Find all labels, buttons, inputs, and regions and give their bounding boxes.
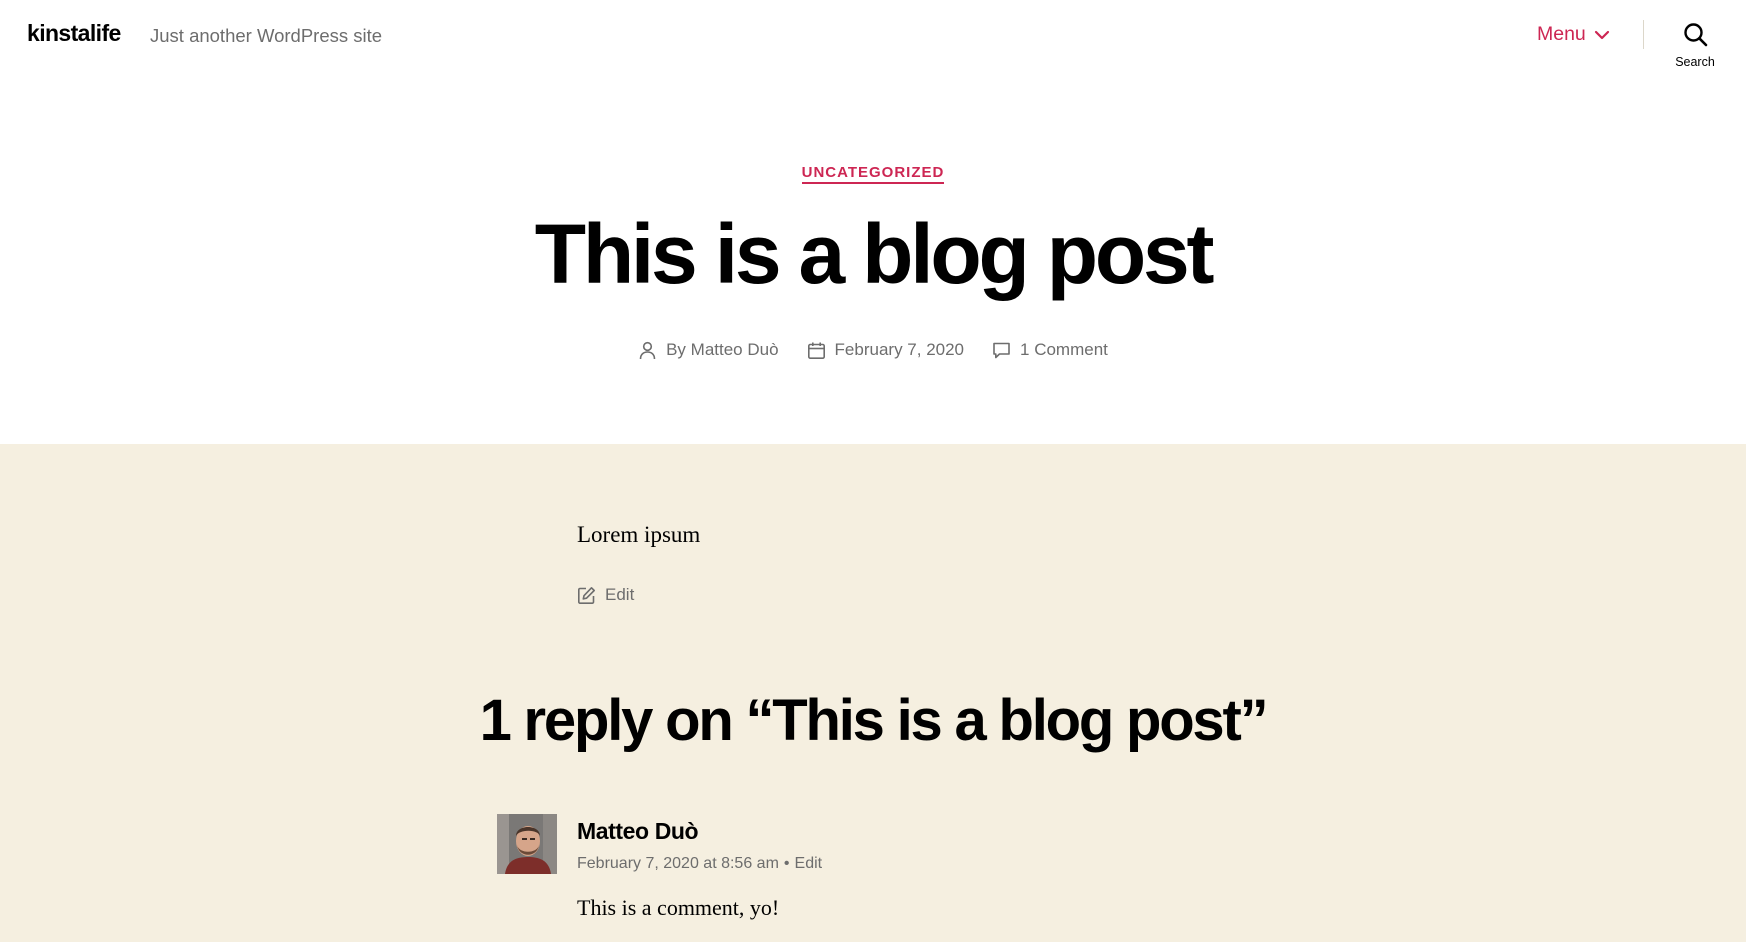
post-author: By Matteo Duò <box>638 340 779 360</box>
comment-text: This is a comment, yo! <box>577 895 780 920</box>
comment-icon <box>992 341 1011 360</box>
content-area: Lorem ipsum Edit 1 reply on “This is a b… <box>0 444 1746 942</box>
site-header: kinstalife Just another WordPress site M… <box>0 0 1746 72</box>
edit-post-button[interactable]: Edit <box>577 585 634 605</box>
comment-meta-separator: • <box>783 855 790 872</box>
edit-label: Edit <box>605 585 635 604</box>
category-link[interactable]: UNCATEGORIZED <box>801 164 945 184</box>
post-body: Lorem ipsum <box>577 522 701 547</box>
chevron-down-icon <box>1594 30 1610 40</box>
post-date: February 7, 2020 <box>807 340 964 360</box>
search-button[interactable]: Search <box>1660 22 1730 72</box>
comment-author[interactable]: Matteo Duò <box>577 818 699 845</box>
header-divider <box>1643 20 1644 49</box>
calendar-icon <box>807 341 826 360</box>
post-title: This is a blog post <box>534 207 1215 301</box>
avatar <box>497 814 557 874</box>
post-meta: By Matteo Duò February 7, 2020 1 Comment <box>0 340 1746 360</box>
entry-header: UNCATEGORIZED This is a blog post By Mat… <box>0 72 1746 444</box>
post-author-link[interactable]: By Matteo Duò <box>666 340 778 360</box>
comment-edit-link[interactable]: Edit <box>795 855 823 873</box>
comment-date-link[interactable]: February 7, 2020 at 8:56 am <box>577 855 779 873</box>
edit-icon <box>577 586 596 605</box>
entry-categories: UNCATEGORIZED <box>0 164 1746 184</box>
comments-title: 1 reply on “This is a blog post” <box>479 688 1269 753</box>
menu-button[interactable]: Menu <box>1537 23 1610 46</box>
post-comments: 1 Comment <box>992 340 1108 360</box>
user-icon <box>638 341 657 360</box>
site-description: Just another WordPress site <box>150 25 383 46</box>
comment-meta: February 7, 2020 at 8:56 am • Edit <box>577 855 822 873</box>
menu-label: Menu <box>1537 23 1586 45</box>
post-comments-link[interactable]: 1 Comment <box>1020 340 1108 360</box>
site-title[interactable]: kinstalife <box>27 20 121 47</box>
search-label: Search <box>1675 55 1715 69</box>
comment: Matteo Duò February 7, 2020 at 8:56 am •… <box>497 814 1257 942</box>
search-icon <box>1683 22 1708 47</box>
post-date-link[interactable]: February 7, 2020 <box>835 340 964 360</box>
